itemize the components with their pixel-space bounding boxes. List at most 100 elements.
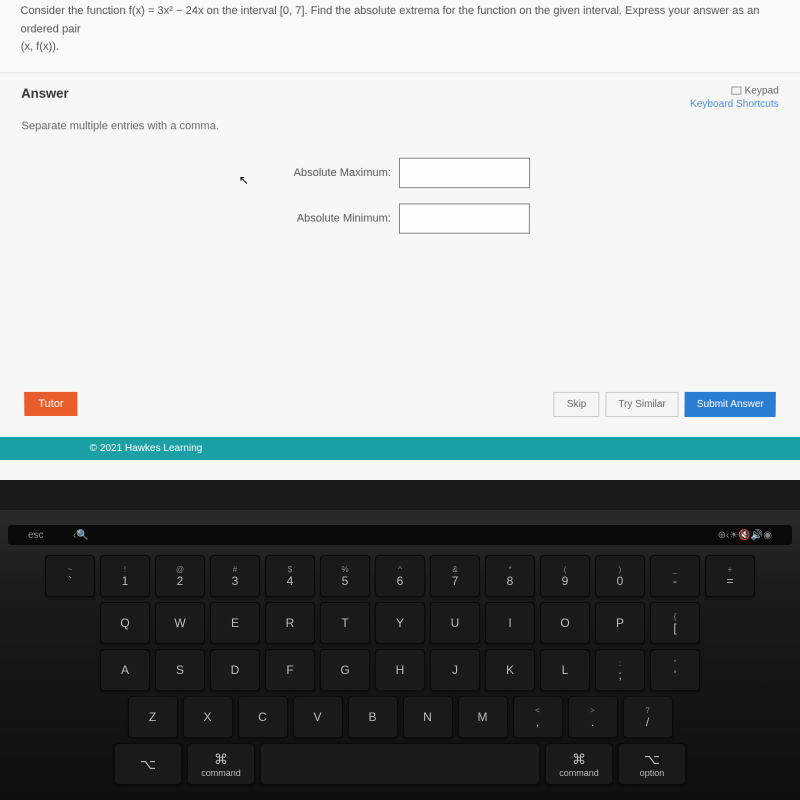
- key-d: D: [210, 649, 260, 691]
- key-t: T: [320, 602, 370, 644]
- physical-keyboard: esc ‹ 🔍 ⊕ ‹ ☀ 🔇 🔊 ◉ ~`!1@2#3$4%5^6&7*8(9…: [0, 510, 800, 800]
- spacebar-key: [260, 743, 540, 785]
- copyright-text: © 2021 Hawkes Learning: [90, 443, 203, 454]
- command-symbol-r: ⌘: [572, 751, 586, 768]
- min-input-row: Absolute Minimum:: [270, 203, 530, 233]
- absolute-minimum-input[interactable]: [399, 203, 530, 233]
- key-6: ^6: [375, 555, 425, 597]
- option-label-r: option: [640, 768, 665, 778]
- answer-section: ↖ Answer Keypad Keyboard Shortcuts Separ…: [0, 73, 800, 437]
- instruction-text: Separate multiple entries with a comma.: [21, 120, 778, 132]
- siri-icon: ◉: [763, 530, 772, 541]
- brightness-icon: ☀: [729, 530, 738, 541]
- key-v: V: [293, 696, 343, 738]
- keypad-icon: [731, 87, 741, 95]
- key-w: W: [155, 602, 205, 644]
- command-label-r: command: [559, 768, 599, 778]
- min-label: Absolute Minimum:: [270, 212, 391, 224]
- key-s: S: [155, 649, 205, 691]
- key-=: +=: [705, 555, 755, 597]
- option-key-right: ⌥ option: [618, 743, 686, 785]
- key-c: C: [238, 696, 288, 738]
- answer-label: Answer: [21, 85, 69, 100]
- volume-icon: 🔊: [751, 530, 763, 541]
- key-5: %5: [320, 555, 370, 597]
- punct-key: <,: [513, 696, 563, 738]
- key--: _-: [650, 555, 700, 597]
- button-row: Tutor Skip Try Similar Submit Answer: [24, 392, 776, 417]
- key-9: (9: [540, 555, 590, 597]
- key-g: G: [320, 649, 370, 691]
- key-2: @2: [155, 555, 205, 597]
- mouse-cursor: ↖: [239, 173, 249, 187]
- key-b: B: [348, 696, 398, 738]
- key-e: E: [210, 602, 260, 644]
- key-4: $4: [265, 555, 315, 597]
- punct-key: :;: [595, 649, 645, 691]
- keypad-text: Keypad: [745, 85, 779, 96]
- key-q: Q: [100, 602, 150, 644]
- number-row: ~`!1@2#3$4%5^6&7*8(9)0_-+=: [8, 555, 792, 597]
- punct-key: "': [650, 649, 700, 691]
- try-similar-button[interactable]: Try Similar: [605, 392, 679, 417]
- tutor-button[interactable]: Tutor: [24, 392, 78, 416]
- key-7: &7: [430, 555, 480, 597]
- touch-search-icon: 🔍: [76, 530, 88, 541]
- keypad-controls: Keypad Keyboard Shortcuts: [690, 85, 779, 109]
- option-key-left: ⌥: [114, 743, 182, 785]
- key-o: O: [540, 602, 590, 644]
- bracket-key: {[: [650, 602, 700, 644]
- key-1: !1: [100, 555, 150, 597]
- key-j: J: [430, 649, 480, 691]
- max-label: Absolute Maximum:: [270, 167, 391, 179]
- key-m: M: [458, 696, 508, 738]
- right-buttons: Skip Try Similar Submit Answer: [554, 392, 776, 417]
- skip-button[interactable]: Skip: [554, 392, 600, 417]
- punct-key: >.: [568, 696, 618, 738]
- key-r: R: [265, 602, 315, 644]
- command-symbol: ⌘: [214, 751, 228, 768]
- mute-icon: 🔇: [738, 530, 750, 541]
- touch-bar-ctrl1: ⊕: [718, 530, 726, 541]
- key-i: I: [485, 602, 535, 644]
- shortcuts-link[interactable]: Keyboard Shortcuts: [690, 99, 779, 110]
- key-y: Y: [375, 602, 425, 644]
- modifier-row: ⌥ ⌘ command ⌘ command ⌥ option: [8, 743, 792, 785]
- key-x: X: [183, 696, 233, 738]
- command-label: command: [201, 768, 241, 778]
- zxcv-row: ZXCVBNM<,>.?/: [8, 696, 792, 738]
- answer-header-row: Answer Keypad Keyboard Shortcuts: [21, 85, 779, 109]
- question-section: Consider the function f(x) = 3x² − 24x o…: [0, 0, 800, 73]
- question-line1: Consider the function f(x) = 3x² − 24x o…: [20, 5, 759, 35]
- key-n: N: [403, 696, 453, 738]
- key-8: *8: [485, 555, 535, 597]
- command-key-left: ⌘ command: [187, 743, 255, 785]
- backtick-key: ~`: [45, 555, 95, 597]
- key-3: #3: [210, 555, 260, 597]
- key-f: F: [265, 649, 315, 691]
- key-a: A: [100, 649, 150, 691]
- screen-display: Consider the function f(x) = 3x² − 24x o…: [0, 0, 800, 480]
- key-k: K: [485, 649, 535, 691]
- qwerty-row: QWERTYUIOP{[: [8, 602, 792, 644]
- key-l: L: [540, 649, 590, 691]
- key-u: U: [430, 602, 480, 644]
- key-p: P: [595, 602, 645, 644]
- esc-key: esc: [28, 530, 73, 541]
- input-group: Absolute Maximum: Absolute Minimum:: [22, 158, 778, 234]
- absolute-maximum-input[interactable]: [399, 158, 530, 188]
- asdf-row: ASDFGHJKL:;"': [8, 649, 792, 691]
- key-0: )0: [595, 555, 645, 597]
- question-line2: (x, f(x)).: [21, 41, 59, 53]
- question-text: Consider the function f(x) = 3x² − 24x o…: [20, 3, 779, 57]
- key-h: H: [375, 649, 425, 691]
- key-z: Z: [128, 696, 178, 738]
- footer-bar: © 2021 Hawkes Learning: [0, 437, 800, 460]
- option-symbol: ⌥: [140, 756, 156, 773]
- command-key-right: ⌘ command: [545, 743, 613, 785]
- touch-bar: esc ‹ 🔍 ⊕ ‹ ☀ 🔇 🔊 ◉: [8, 525, 792, 545]
- punct-key: ?/: [623, 696, 673, 738]
- keypad-link[interactable]: Keypad: [690, 85, 779, 96]
- submit-answer-button[interactable]: Submit Answer: [685, 392, 776, 417]
- option-symbol-r: ⌥: [644, 751, 660, 768]
